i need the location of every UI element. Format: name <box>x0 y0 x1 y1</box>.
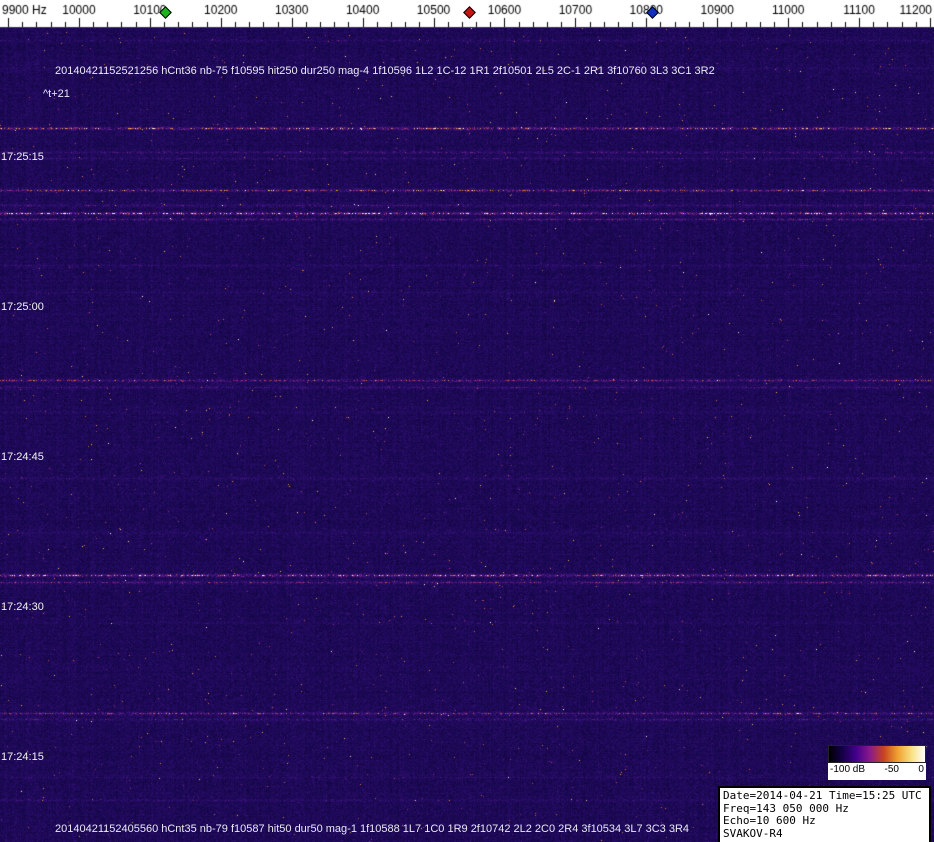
spectrogram-canvas[interactable] <box>0 28 934 842</box>
info-line: SVAKOV-R4 <box>723 826 783 840</box>
time-axis-label: 17:25:15 <box>1 151 44 164</box>
colorbar-label: -100 dB <box>830 764 866 775</box>
info-line: Echo=10 600 Hz <box>723 814 816 827</box>
spectrogram-screen: 20140421152521256 hCnt36 nb-75 f10595 hi… <box>0 0 934 842</box>
colorbar-labels: -100 dB -50 0 <box>828 763 926 775</box>
event-annotation-t-marker: ^t+21 <box>43 88 70 100</box>
time-axis-label: 17:25:00 <box>1 301 44 314</box>
colorbar-label: 0 <box>918 764 924 775</box>
time-axis-label: 17:24:15 <box>1 751 44 764</box>
time-axis-label: 17:24:45 <box>1 450 44 463</box>
db-colorbar: -100 dB -50 0 <box>828 745 926 780</box>
event-annotation-top: 20140421152521256 hCnt36 nb-75 f10595 hi… <box>55 65 715 77</box>
time-axis-label: 17:24:30 <box>1 600 44 613</box>
event-annotation-bottom: 20140421152405560 hCnt35 nb-79 f10587 hi… <box>55 823 690 835</box>
station-info-box: Date=2014-04-21 Time=15:25 UTC Freq=143 0… <box>718 786 931 842</box>
colorbar-label: -50 <box>884 764 899 775</box>
frequency-ruler[interactable] <box>0 0 934 28</box>
colorbar-gradient <box>828 745 926 763</box>
info-line: Date=2014-04-21 Time=15:25 UTC <box>723 789 922 802</box>
spectrogram-waterfall: 20140421152521256 hCnt36 nb-75 f10595 hi… <box>0 28 934 842</box>
